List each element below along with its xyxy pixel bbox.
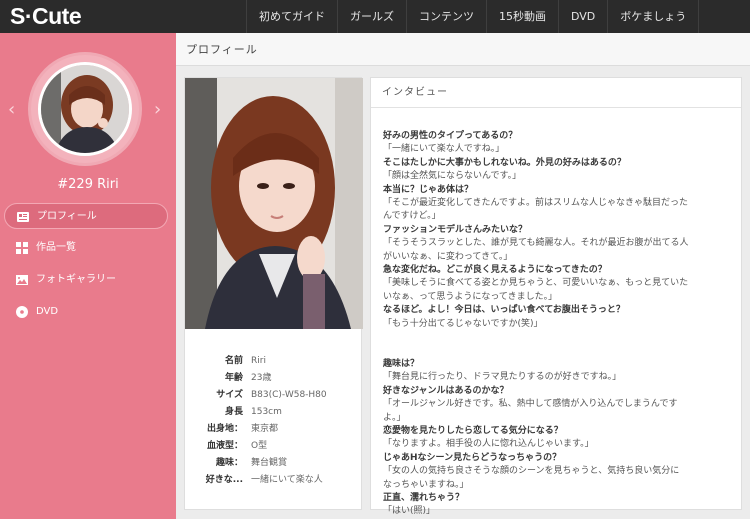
interview-answer: 「なりますよ。相手役の人に惚れ込んじゃいます。」 bbox=[383, 439, 594, 450]
interview-question: 好きなジャンルはあるのかな？ bbox=[383, 385, 509, 396]
avatar[interactable] bbox=[38, 62, 132, 156]
profile-row: サイズ B83(C)-W58-H80 bbox=[191, 387, 359, 404]
profile-label: 出身地： bbox=[206, 424, 243, 434]
profile-label: 身長 bbox=[224, 407, 243, 417]
profile-photo[interactable] bbox=[185, 78, 363, 329]
nav-dvd[interactable]: DVD bbox=[558, 0, 607, 33]
sidebar-item-label: プロフィール bbox=[37, 211, 97, 222]
interview-question: 本当に？じゃあ体は？ bbox=[383, 184, 474, 195]
interview-answer: 「女の人の気持ち良さそうな顔のシーンを見ちゃうと、気持ち良い気分に bbox=[383, 466, 680, 477]
prev-arrow-icon[interactable]: ‹ bbox=[8, 99, 15, 120]
interview-answer: 「舞台見に行ったり、ドラマ見たりするのが好きですね。」 bbox=[383, 372, 622, 383]
sidebar-item-label: 作品一覧 bbox=[36, 242, 76, 253]
sidebar-menu: プロフィール 作品一覧 フォトギャラリー DVD bbox=[4, 203, 168, 331]
profile-row: 身長 153cm bbox=[191, 404, 359, 421]
interview-title: インタビュー bbox=[371, 78, 741, 108]
profile-label: 血液型： bbox=[206, 441, 243, 451]
avatar-image bbox=[41, 65, 129, 153]
sidebar-item-label: DVD bbox=[36, 306, 59, 317]
profile-row: 年齢 23歳 bbox=[191, 370, 359, 387]
interview-answer: よ。」 bbox=[383, 412, 406, 423]
grid-card-icon bbox=[17, 212, 29, 222]
interview-answer: 「美味しそうに食べてる姿とか見ちゃうと、可愛いいなぁ、もっと見ていた bbox=[383, 278, 689, 289]
interview-question: なるほど。よし！今日は、いっぱい食べてお腹出そうっと？ bbox=[383, 305, 625, 316]
sidebar-item-label: フォトギャラリー bbox=[36, 274, 116, 285]
nav-boke[interactable]: ボケましょう bbox=[607, 0, 700, 33]
profile-row: 趣味： 舞台観賞 bbox=[191, 455, 359, 472]
interview-answer: なっちゃいますね。」 bbox=[383, 479, 469, 490]
interview-text: 好みの男性のタイプってあるの？ 「一緒にいて楽な人ですね。」そこはたしかに大事かも… bbox=[383, 130, 735, 519]
interview-answer: いなぁ、って思うようになってきました。」 bbox=[383, 291, 558, 302]
profile-row: 名前 Riri bbox=[191, 353, 359, 370]
avatar-frame bbox=[31, 55, 139, 163]
profile-value: O型 bbox=[251, 441, 268, 451]
interview-spacer bbox=[383, 331, 735, 344]
interview-answer: 「もう十分出てるじゃないですか(笑)」 bbox=[383, 318, 543, 329]
profile-value: 23歳 bbox=[251, 373, 272, 383]
profile-row: 血液型： O型 bbox=[191, 438, 359, 455]
profile-table: 名前 Riri 年齢 23歳 サイズ B83(C)-W58-H80 身長 153… bbox=[191, 353, 359, 489]
interview-answer: 「一緒にいて楽な人ですね。」 bbox=[383, 144, 505, 155]
interview-spacer bbox=[383, 344, 735, 357]
profile-row: 出身地： 東京都 bbox=[191, 421, 359, 438]
profile-value: 一緒にいて楽な人 bbox=[251, 475, 323, 485]
nav-15sec-video[interactable]: 15秒動画 bbox=[486, 0, 558, 33]
interview-answer: 「そうそうスラッとした、誰が見ても綺麗な人。それが最近お腹が出てる人 bbox=[383, 238, 689, 249]
interview-answer: んですけど。」 bbox=[383, 211, 441, 222]
content-header: プロフィール bbox=[176, 33, 750, 66]
sidebar-item-works[interactable]: 作品一覧 bbox=[4, 235, 168, 261]
disc-icon bbox=[16, 306, 28, 318]
interview-question: ファッションモデルさんみたいな？ bbox=[383, 224, 528, 235]
next-arrow-icon[interactable]: › bbox=[154, 99, 161, 120]
profile-row: 好きな... 一緒にいて楽な人 bbox=[191, 472, 359, 489]
girl-name: #229 Riri bbox=[57, 177, 119, 192]
photo-icon bbox=[16, 275, 28, 285]
sidebar-item-dvd[interactable]: DVD bbox=[4, 299, 168, 325]
profile-label: 趣味： bbox=[215, 458, 243, 468]
main-nav: 初めてガイド ガールズ コンテンツ 15秒動画 DVD ボケましょう bbox=[246, 0, 700, 33]
interview-question: 趣味は？ bbox=[383, 358, 420, 369]
interview-answer: 「はい(照)」 bbox=[383, 506, 436, 517]
profile-label: 好きな... bbox=[205, 475, 243, 485]
top-navigation-bar: S·Cute 初めてガイド ガールズ コンテンツ 15秒動画 DVD ボケましょ… bbox=[0, 0, 750, 33]
profile-card: 名前 Riri 年齢 23歳 サイズ B83(C)-W58-H80 身長 153… bbox=[184, 77, 363, 510]
profile-value: B83(C)-W58-H80 bbox=[251, 390, 327, 400]
site-logo[interactable]: S·Cute bbox=[10, 4, 82, 28]
tiles-icon bbox=[16, 242, 28, 254]
profile-value: 東京都 bbox=[251, 424, 279, 434]
interview-answer: 「オールジャンル好きです。私、熱中して感情が入り込んでしまうんです bbox=[383, 399, 678, 410]
sidebar-item-profile[interactable]: プロフィール bbox=[4, 203, 168, 229]
profile-value: 153cm bbox=[251, 407, 282, 417]
sidebar-item-photo-gallery[interactable]: フォトギャラリー bbox=[4, 267, 168, 293]
interview-answer: がいいなぁ、に変わってきて。」 bbox=[383, 251, 513, 262]
interview-question: 好みの男性のタイプってあるの？ bbox=[383, 131, 518, 141]
interview-answer: 「そこが最近変化してきたんですよ。前はスリムな人じゃなきゃ駄目だった bbox=[383, 198, 689, 209]
profile-label: 年齢 bbox=[224, 373, 243, 383]
profile-value: Riri bbox=[251, 356, 266, 366]
profile-label: 名前 bbox=[224, 356, 243, 366]
interview-question: 正直、濡れちゃう？ bbox=[383, 492, 465, 503]
interview-question: じゃあHなシーン見たらどうなっちゃうの？ bbox=[383, 452, 562, 463]
profile-label: サイズ bbox=[216, 390, 243, 400]
profile-photo-image bbox=[185, 78, 363, 329]
nav-girls[interactable]: ガールズ bbox=[337, 0, 406, 33]
interview-card: インタビュー 好みの男性のタイプってあるの？ 「一緒にいて楽な人ですね。」そこはた… bbox=[370, 77, 742, 516]
page-title: プロフィール bbox=[186, 43, 258, 56]
nav-guide[interactable]: 初めてガイド bbox=[246, 0, 337, 33]
sidebar: ‹ › #229 Riri プロフィール 作品一覧 フォトギャラリー DVD bbox=[0, 33, 176, 519]
nav-contents[interactable]: コンテンツ bbox=[406, 0, 486, 33]
interview-answer: 「顔は全然気にならないんです。」 bbox=[383, 171, 522, 182]
interview-question: 恋愛物を見たりしたら恋してる気分になる？ bbox=[383, 425, 563, 436]
interview-question: 急な変化だね。どこが良く見えるようになってきたの？ bbox=[383, 265, 607, 276]
interview-question: そこはたしかに大事かもしれないね。外見の好みはあるの？ bbox=[383, 157, 626, 168]
profile-value: 舞台観賞 bbox=[251, 458, 288, 468]
